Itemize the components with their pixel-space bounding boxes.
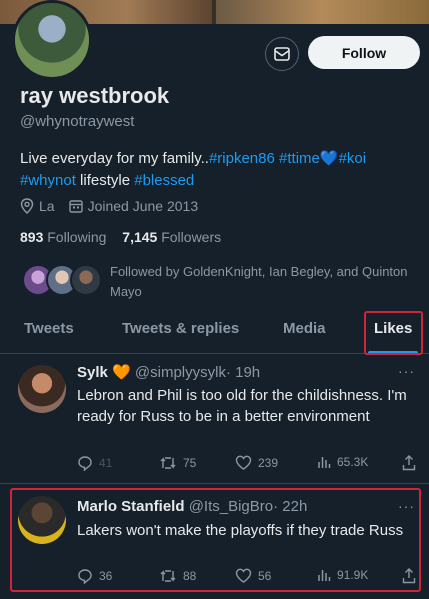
hashtag-link[interactable]: #blessed: [134, 172, 194, 189]
like-count: 239: [258, 455, 279, 470]
followers-label: Followers: [161, 229, 222, 245]
heart-emoji: 🧡: [112, 364, 131, 381]
more-options-icon[interactable]: ···: [398, 363, 415, 379]
share-button[interactable]: [402, 455, 416, 471]
followers-link[interactable]: 7,145 Followers: [122, 229, 221, 245]
tweet-actions: 41 75 239 65.3K: [77, 455, 422, 475]
location: La: [20, 198, 55, 214]
hashtag-link[interactable]: #ttime: [279, 150, 320, 167]
hashtag-link[interactable]: #whynot: [20, 172, 76, 189]
profile-name: ray westbrook: [20, 83, 170, 108]
tweet-highlight: [10, 488, 421, 592]
message-button[interactable]: [265, 37, 299, 71]
profile-handle: @whynotraywest: [20, 113, 135, 130]
views-button[interactable]: 65.3K: [317, 455, 368, 469]
hashtag-link[interactable]: #ripken86: [209, 150, 275, 167]
follow-counts: 893 Following 7,145 Followers: [20, 229, 221, 245]
heart-emoji: 💙: [319, 150, 339, 167]
tweet-author-avatar[interactable]: [18, 365, 66, 413]
calendar-icon: [68, 200, 83, 213]
tweet-time[interactable]: · 19h: [226, 364, 260, 381]
banner-photo-right: [216, 0, 429, 24]
view-count: 65.3K: [337, 455, 369, 469]
following-link[interactable]: 893 Following: [20, 229, 106, 245]
tweet-item[interactable]: Sylk 🧡 @simplyysylk· 19h ··· Lebron and …: [0, 355, 429, 483]
likes-tab-highlight: [364, 311, 423, 355]
location-pin-icon: [20, 198, 34, 214]
reply-count: 41: [99, 456, 113, 470]
profile-bio: Live everyday for my family..#ripken86 #…: [20, 148, 420, 192]
retweet-icon: [160, 457, 176, 469]
followers-count: 7,145: [122, 229, 158, 245]
retweet-button[interactable]: 75: [159, 455, 196, 471]
mail-icon: [274, 47, 290, 61]
retweet-count: 75: [183, 456, 197, 470]
hashtag-link[interactable]: #koi: [339, 150, 367, 167]
tweet-author-handle[interactable]: @simplyysylk: [135, 364, 226, 381]
profile-meta: La Joined June 2013: [20, 198, 212, 214]
tweet-text: Lebron and Phil is too old for the child…: [77, 387, 407, 425]
heart-icon: [235, 455, 252, 470]
share-icon: [402, 455, 416, 471]
follower-avatar: [70, 264, 102, 296]
join-date-text: Joined June 2013: [87, 198, 199, 214]
profile-avatar[interactable]: [12, 0, 92, 80]
follow-button[interactable]: Follow: [308, 36, 420, 69]
join-date: Joined June 2013: [68, 198, 199, 214]
location-text: La: [39, 198, 55, 214]
following-label: Following: [47, 229, 107, 245]
bio-text: lifestyle: [75, 172, 135, 189]
like-button[interactable]: 239: [235, 455, 278, 470]
bio-text: Live everyday for my family..: [20, 150, 209, 167]
following-count: 893: [20, 229, 44, 245]
followed-by-avatars[interactable]: [22, 262, 104, 298]
reply-button[interactable]: 41: [77, 455, 112, 471]
tab-media[interactable]: Media: [283, 320, 326, 337]
views-icon: [318, 457, 331, 468]
tab-tweets[interactable]: Tweets: [24, 320, 74, 337]
tab-tweets-replies[interactable]: Tweets & replies: [122, 320, 239, 337]
tweet-author-name[interactable]: Sylk: [77, 364, 108, 381]
reply-icon: [78, 456, 92, 471]
tweet-header: Sylk 🧡 @simplyysylk· 19h: [77, 363, 260, 381]
followed-by-text[interactable]: Followed by GoldenKnight, Ian Begley, an…: [110, 262, 410, 302]
